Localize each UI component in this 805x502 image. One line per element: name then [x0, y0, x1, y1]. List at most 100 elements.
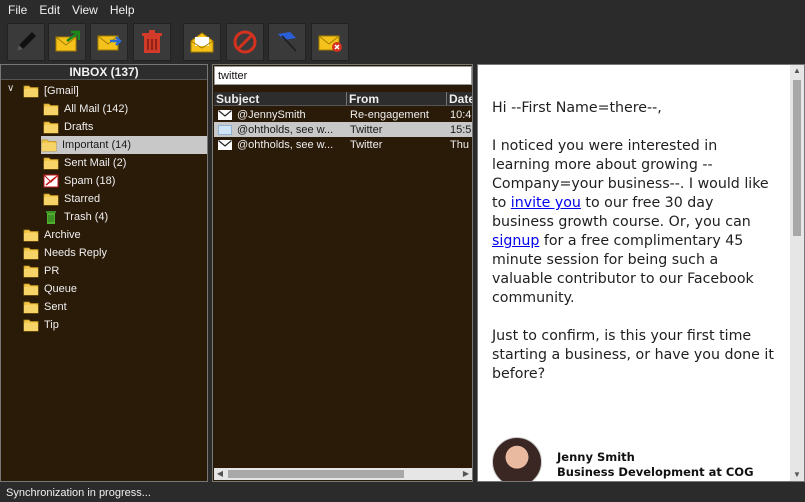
status-bar: Synchronization in progress... [0, 484, 805, 502]
compose-button[interactable] [7, 23, 45, 61]
folder-icon [23, 264, 39, 278]
folder-item[interactable]: [Gmail] [23, 82, 79, 100]
mark-read-button[interactable] [183, 23, 221, 61]
envelope-icon [218, 139, 232, 150]
subject-text: @JennySmith [237, 108, 306, 121]
envelope-icon [218, 124, 232, 135]
folder-label: Needs Reply [44, 247, 107, 259]
folder-icon [23, 228, 39, 242]
table-row[interactable]: @ohtholds, see w... Twitter Thu [214, 137, 472, 152]
folder-icon [43, 156, 59, 170]
subject-cell: @ohtholds, see w... [214, 139, 347, 151]
signature-title: Business Development at COG [557, 465, 754, 479]
spam-icon [43, 174, 59, 188]
folder-tree: INBOX (137) ∨ [Gmail] All Mail (142) Draft… [0, 64, 208, 482]
prohibited-icon [233, 30, 257, 54]
envelope-forward-icon [97, 35, 122, 51]
menu-edit[interactable]: Edit [33, 0, 66, 21]
table-row[interactable]: @ohtholds, see w... Twitter 15:5 [214, 122, 472, 137]
folder-item[interactable]: All Mail (142) [43, 100, 128, 118]
folder-label: Trash (4) [64, 211, 109, 223]
folder-item[interactable]: Trash (4) [43, 208, 108, 226]
folder-label: Tip [44, 319, 59, 331]
date-cell: 10:4 [450, 108, 472, 121]
envelope-up-icon [55, 30, 80, 52]
menu-help[interactable]: Help [104, 0, 141, 21]
horizontal-scrollbar[interactable]: ◀ ▶ [214, 468, 472, 480]
subject-text: @ohtholds, see w... [237, 138, 334, 151]
folder-label: Queue [44, 283, 78, 295]
mark-spam-button[interactable] [311, 23, 349, 61]
folder-icon [23, 282, 39, 296]
column-subject[interactable]: Subject [214, 92, 347, 105]
message-list-pane: Subject From Date @JennySmith Re-engageme… [212, 64, 473, 482]
folder-label: Sent [44, 301, 67, 313]
menu-bar: File Edit View Help [0, 0, 805, 21]
envelope-x-icon [318, 35, 342, 52]
folder-icon [23, 84, 39, 98]
toolbar [0, 21, 805, 64]
scroll-up-icon[interactable]: ▲ [790, 65, 804, 77]
folder-label: Archive [44, 229, 81, 241]
scroll-left-icon[interactable]: ◀ [214, 468, 226, 480]
from-cell: Twitter [350, 123, 383, 136]
folder-item[interactable]: Spam (18) [43, 172, 115, 190]
flag-button[interactable] [268, 23, 306, 61]
folder-item[interactable]: Drafts [43, 118, 93, 136]
greeting-text: Hi --First Name=there--, [492, 100, 662, 116]
folder-item[interactable]: Archive [23, 226, 81, 244]
send-receive-button[interactable] [48, 23, 86, 61]
envelope-icon [218, 109, 232, 120]
folder-label: Important (14) [62, 139, 132, 151]
forward-button[interactable] [90, 23, 128, 61]
folder-icon [43, 120, 59, 134]
folder-label: Spam (18) [64, 175, 116, 187]
folder-icon [23, 300, 39, 314]
column-date[interactable]: Date [447, 92, 472, 105]
folder-item[interactable]: Starred [43, 190, 100, 208]
signature-name: Jenny Smith [557, 450, 635, 464]
subject-cell: @JennySmith [214, 109, 347, 121]
table-row[interactable]: @JennySmith Re-engagement 10:4 [214, 107, 472, 122]
search-input[interactable] [214, 66, 472, 85]
folder-label: [Gmail] [44, 85, 79, 97]
menu-file[interactable]: File [2, 0, 33, 21]
folder-icon [23, 318, 39, 332]
signup-link[interactable]: signup [492, 233, 539, 249]
message-body: Hi --First Name=there--, I noticed you w… [492, 99, 778, 403]
trash-icon [43, 210, 59, 224]
column-from[interactable]: From [347, 92, 447, 105]
folder-item[interactable]: Needs Reply [23, 244, 107, 262]
folder-item[interactable]: Tip [23, 316, 59, 334]
scroll-right-icon[interactable]: ▶ [460, 468, 472, 480]
collapse-chevron-icon[interactable]: ∨ [7, 83, 14, 94]
folder-item[interactable]: Sent Mail (2) [43, 154, 126, 172]
date-cell: Thu [450, 138, 469, 151]
folder-label: All Mail (142) [64, 103, 129, 115]
date-cell: 15:5 [450, 123, 472, 136]
scroll-thumb[interactable] [228, 470, 404, 478]
folder-header: INBOX (137) [1, 65, 207, 80]
folder-icon [43, 102, 59, 116]
folder-label: Drafts [64, 121, 94, 133]
folder-item[interactable]: Important (14) [41, 136, 207, 154]
block-button[interactable] [226, 23, 264, 61]
subject-cell: @ohtholds, see w... [214, 124, 347, 136]
message-preview: Hi --First Name=there--, I noticed you w… [477, 64, 805, 482]
menu-view[interactable]: View [66, 0, 104, 21]
scroll-thumb[interactable] [793, 80, 801, 236]
folder-icon [41, 138, 57, 152]
invite-link[interactable]: invite you [511, 195, 581, 211]
folder-item[interactable]: Queue [23, 280, 77, 298]
subject-text: @ohtholds, see w... [237, 123, 334, 136]
folder-label: PR [44, 265, 60, 277]
message-list-header: Subject From Date [214, 92, 472, 106]
folder-icon [43, 192, 59, 206]
vertical-scrollbar[interactable]: ▲ ▼ [790, 65, 804, 481]
folder-icon [23, 246, 39, 260]
delete-button[interactable] [133, 23, 171, 61]
folder-item[interactable]: Sent [23, 298, 67, 316]
from-cell: Twitter [350, 138, 383, 151]
folder-item[interactable]: PR [23, 262, 59, 280]
scroll-down-icon[interactable]: ▼ [790, 469, 804, 481]
